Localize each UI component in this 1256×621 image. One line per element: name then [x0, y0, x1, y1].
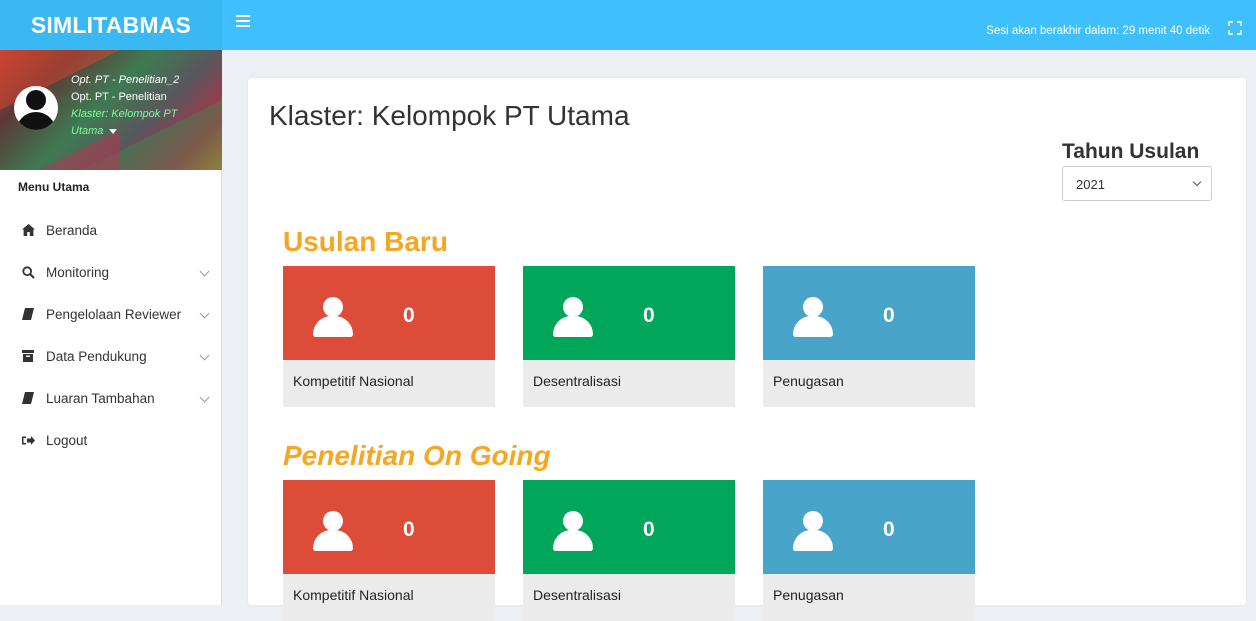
sidebar-item-label: Pengelolaan Reviewer	[46, 306, 182, 322]
book-icon	[20, 307, 36, 321]
user-cluster: Klaster: Kelompok PT	[71, 108, 178, 120]
card-count: 0	[883, 518, 895, 541]
user-info[interactable]: Opt. PT - Penelitian_2 Opt. PT - Penelit…	[71, 72, 216, 140]
sidebar-item-pengelolaan-reviewer[interactable]: Pengelolaan Reviewer	[0, 293, 222, 335]
search-icon	[20, 265, 36, 279]
card-count: 0	[643, 518, 655, 541]
card-count: 0	[403, 518, 415, 541]
user-role-secondary: Opt. PT - Penelitian_2	[71, 74, 180, 86]
sidebar-item-label: Data Pendukung	[46, 348, 147, 364]
menu-header: Menu Utama	[18, 180, 90, 194]
sidebar-item-beranda[interactable]: Beranda	[0, 209, 222, 251]
chevron-down-icon	[1192, 177, 1202, 187]
card-label: Kompetitif Nasional	[293, 373, 414, 389]
chevron-down-icon	[199, 392, 210, 403]
card-penugasan[interactable]: 0 Penugasan	[763, 480, 975, 621]
user-icon	[793, 511, 833, 551]
card-desentralisasi[interactable]: 0 Desentralisasi	[523, 266, 735, 407]
card-label: Desentralisasi	[533, 587, 621, 603]
user-avatar-icon	[14, 86, 58, 130]
home-icon	[20, 223, 36, 237]
page-title: Klaster: Kelompok PT Utama	[269, 100, 630, 131]
tahun-usulan-value: 2021	[1076, 177, 1105, 192]
sign-out-icon	[20, 433, 36, 447]
card-kompetitif-nasional[interactable]: 0 Kompetitif Nasional	[283, 266, 495, 407]
user-cluster-cont: Utama	[71, 125, 104, 137]
card-kompetitif-nasional[interactable]: 0 Kompetitif Nasional	[283, 480, 495, 621]
card-penugasan[interactable]: 0 Penugasan	[763, 266, 975, 407]
chevron-down-icon	[199, 350, 210, 361]
top-navbar: SIMLITABMAS Sesi akan berakhir dalam: 29…	[0, 0, 1256, 50]
sidebar-item-label: Logout	[46, 432, 88, 448]
card-label: Kompetitif Nasional	[293, 587, 414, 603]
app-logo-text: SIMLITABMAS	[30, 11, 192, 38]
card-label: Penugasan	[773, 587, 844, 603]
user-icon	[793, 297, 833, 337]
card-count: 0	[643, 304, 655, 327]
section-title-penelitian-on-going: Penelitian On Going	[283, 440, 551, 471]
card-count: 0	[883, 304, 895, 327]
card-label: Desentralisasi	[533, 373, 621, 389]
user-icon	[553, 297, 593, 337]
sidebar-item-monitoring[interactable]: Monitoring	[0, 251, 222, 293]
sidebar-menu: Beranda Monitoring Pengelolaan Reviewer …	[0, 209, 222, 461]
sidebar-item-logout[interactable]: Logout	[0, 419, 222, 461]
app-logo[interactable]: SIMLITABMAS	[0, 0, 222, 50]
sidebar-toggle-icon[interactable]	[236, 15, 250, 27]
section-title-usulan-baru: Usulan Baru	[283, 226, 448, 257]
user-panel: Opt. PT - Penelitian_2 Opt. PT - Penelit…	[0, 50, 222, 170]
sidebar-item-luaran-tambahan[interactable]: Luaran Tambahan	[0, 377, 222, 419]
chevron-down-icon	[199, 308, 210, 319]
chevron-down-icon	[199, 266, 210, 277]
user-role: Opt. PT - Penelitian	[71, 91, 167, 103]
book-icon	[20, 391, 36, 405]
card-count: 0	[403, 304, 415, 327]
sidebar-item-data-pendukung[interactable]: Data Pendukung	[0, 335, 222, 377]
card-label: Penugasan	[773, 373, 844, 389]
user-icon	[313, 511, 353, 551]
session-timer: Sesi akan berakhir dalam: 29 menit 40 de…	[986, 25, 1210, 37]
archive-icon	[20, 349, 36, 363]
sidebar-item-label: Luaran Tambahan	[46, 390, 155, 406]
sidebar-item-label: Beranda	[46, 222, 98, 238]
card-desentralisasi[interactable]: 0 Desentralisasi	[523, 480, 735, 621]
sidebar-item-label: Monitoring	[46, 264, 110, 280]
fullscreen-icon[interactable]	[1228, 21, 1242, 35]
caret-down-icon[interactable]	[109, 128, 118, 134]
user-icon	[553, 511, 593, 551]
sidebar: Opt. PT - Penelitian_2 Opt. PT - Penelit…	[0, 50, 222, 605]
tahun-usulan-label: Tahun Usulan	[1062, 140, 1200, 163]
user-icon	[313, 297, 353, 337]
tahun-usulan-select[interactable]: 2021	[1062, 166, 1212, 201]
